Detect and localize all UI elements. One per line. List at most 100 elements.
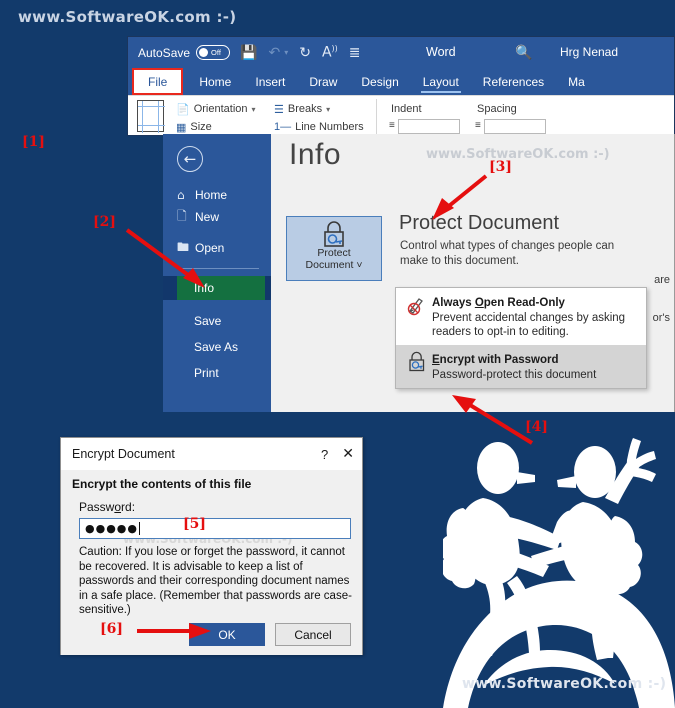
sidebar-item-home[interactable]: ⌂ Home: [163, 184, 271, 206]
user-name[interactable]: Hrg Nenad: [560, 45, 618, 59]
cancel-button[interactable]: Cancel: [275, 623, 351, 646]
tab-mailings[interactable]: Ma: [556, 68, 597, 95]
chevron-down-icon: ˅: [356, 259, 363, 271]
watermark-top: www.SoftwareOK.com :-): [18, 8, 237, 26]
autosave-toggle[interactable]: Off: [196, 45, 231, 60]
redo-icon[interactable]: ↻: [299, 46, 311, 60]
tab-references[interactable]: References: [471, 68, 556, 95]
dialog-title: Encrypt Document: [72, 447, 175, 461]
chevron-down-icon: ▾: [326, 104, 331, 114]
breaks-label: Breaks: [287, 103, 323, 115]
save-icon[interactable]: 💾: [240, 46, 257, 60]
indent-left-icon[interactable]: ≡: [389, 120, 395, 131]
protect-tile-line2: Document ˅: [305, 259, 363, 271]
watermark-bottom: www.SoftwareOK.com :-): [462, 676, 667, 692]
menu-item-encrypt-with-password[interactable]: Encrypt with Password Password-protect t…: [396, 345, 646, 388]
protect-document-description: Control what types of changes people can…: [400, 240, 615, 267]
menu-item-always-open-read-only[interactable]: Always Open Read-Only Prevent accidental…: [396, 288, 646, 345]
size-label: Size: [190, 121, 212, 133]
tab-file[interactable]: File: [132, 68, 184, 95]
menu-item-description: Prevent accidental changes by asking rea…: [432, 312, 626, 338]
tab-home[interactable]: Home: [187, 68, 243, 95]
callout-6: [6]: [100, 621, 123, 637]
spacing-before-icon[interactable]: ≡: [475, 120, 481, 131]
indent-label: Indent: [391, 103, 422, 115]
sidebar-item-new[interactable]: 🗋 New: [163, 206, 271, 228]
tab-layout[interactable]: Layout: [411, 68, 471, 95]
help-question-icon[interactable]: ?: [321, 447, 328, 462]
callout-2: [2]: [93, 214, 116, 230]
encrypt-lock-key-icon: [402, 350, 432, 382]
callout-5: [5]: [183, 516, 206, 532]
menu-item-description: Password-protect this document: [432, 369, 597, 381]
callout-4: [4]: [525, 419, 548, 435]
new-document-icon: 🗋: [177, 208, 187, 223]
menu-item-title: Encrypt with Password: [432, 354, 559, 366]
tab-draw[interactable]: Draw: [297, 68, 349, 95]
app-name: Word: [426, 45, 456, 59]
word-ribbon-tabs: File Home Insert Draw Design Layout Refe…: [128, 68, 674, 95]
word-ribbon: 📄 Orientation ▾ ▦ Size ☰ Breaks ▾ 1— Lin…: [128, 95, 674, 135]
spacing-before-input[interactable]: [483, 119, 546, 134]
dialog-heading: Encrypt the contents of this file: [72, 477, 252, 491]
arrow-3: [432, 174, 488, 220]
password-label: Password:: [79, 500, 136, 514]
hikers-illustration: [443, 438, 675, 708]
protect-document-button[interactable]: Protect Document ˅: [286, 216, 382, 281]
word-titlebar: AutoSave Off 💾 ↶ ▾ ↻ A)) ≣ Word 🔍 Hrg Ne…: [128, 37, 674, 68]
tab-insert[interactable]: Insert: [243, 68, 297, 95]
arrow-2: [125, 228, 205, 288]
spacing-label: Spacing: [477, 103, 517, 115]
sidebar-item-save[interactable]: Save: [163, 308, 271, 334]
close-icon[interactable]: ✕: [342, 446, 354, 462]
orientation-label: Orientation: [193, 103, 248, 115]
callout-3: [3]: [489, 159, 512, 175]
line-numbers-label: Line Numbers: [295, 121, 364, 133]
lock-key-icon: [324, 221, 344, 247]
sidebar-item-label: Save As: [194, 340, 239, 354]
page-setup-icon[interactable]: [128, 96, 172, 135]
text-caret: [139, 522, 140, 535]
line-numbers-icon: 1—: [274, 121, 292, 133]
right-text-fragment: are: [654, 274, 670, 286]
screenshot-root: www.SoftwareOK.com :-) AutoSave Off 💾 ↶ …: [0, 0, 675, 708]
sidebar-item-label: Save: [194, 314, 222, 328]
sidebar-item-print[interactable]: Print: [163, 360, 271, 386]
indent-left-input[interactable]: [397, 119, 460, 134]
ribbon-breaks[interactable]: ☰ Breaks ▾: [274, 100, 366, 118]
caution-text: Caution: If you lose or forget the passw…: [79, 546, 352, 616]
size-icon: ▦: [176, 121, 187, 134]
back-arrow-icon[interactable]: ←: [177, 146, 203, 172]
menu-item-title: Always Open Read-Only: [432, 297, 565, 309]
autosave-state: Off: [211, 48, 221, 57]
undo-dropdown-icon[interactable]: ▾: [284, 48, 288, 57]
autosave-label: AutoSave: [138, 45, 191, 60]
sidebar-item-label: Print: [194, 366, 219, 380]
read-only-pencil-icon: [402, 293, 432, 339]
arrow-6: [137, 623, 211, 639]
ribbon-divider: [376, 99, 377, 134]
chevron-down-icon: ▾: [251, 104, 256, 114]
orientation-icon: 📄: [176, 103, 190, 116]
password-value: ●●●●●: [85, 522, 138, 535]
customize-quick-access-icon[interactable]: ≣: [349, 46, 361, 60]
tab-design[interactable]: Design: [349, 68, 410, 95]
breaks-icon: ☰: [274, 103, 284, 116]
sidebar-item-label: Home: [195, 188, 228, 202]
home-icon: ⌂: [177, 188, 185, 202]
callout-1: [1]: [22, 134, 45, 150]
search-icon[interactable]: 🔍: [515, 44, 532, 61]
protect-tile-line1: Protect: [317, 247, 351, 259]
sidebar-item-label: New: [195, 210, 220, 224]
undo-icon[interactable]: ↶: [268, 46, 280, 60]
ribbon-orientation[interactable]: 📄 Orientation ▾: [176, 100, 270, 118]
read-aloud-icon[interactable]: A)): [322, 45, 338, 60]
password-input[interactable]: ●●●●●: [79, 518, 351, 539]
dialog-titlebar: Encrypt Document ? ✕: [61, 438, 362, 470]
right-text-fragment: or's: [652, 312, 670, 324]
backstage-view: ← ⌂ Home 🗋 New 🖿 Open Info Save Save As: [163, 134, 675, 412]
sidebar-item-save-as[interactable]: Save As: [163, 334, 271, 360]
autosave-toggle-knob: [199, 48, 209, 57]
watermark-backstage: www.SoftwareOK.com :-): [426, 147, 610, 162]
word-window: AutoSave Off 💾 ↶ ▾ ↻ A)) ≣ Word 🔍 Hrg Ne…: [127, 36, 675, 136]
